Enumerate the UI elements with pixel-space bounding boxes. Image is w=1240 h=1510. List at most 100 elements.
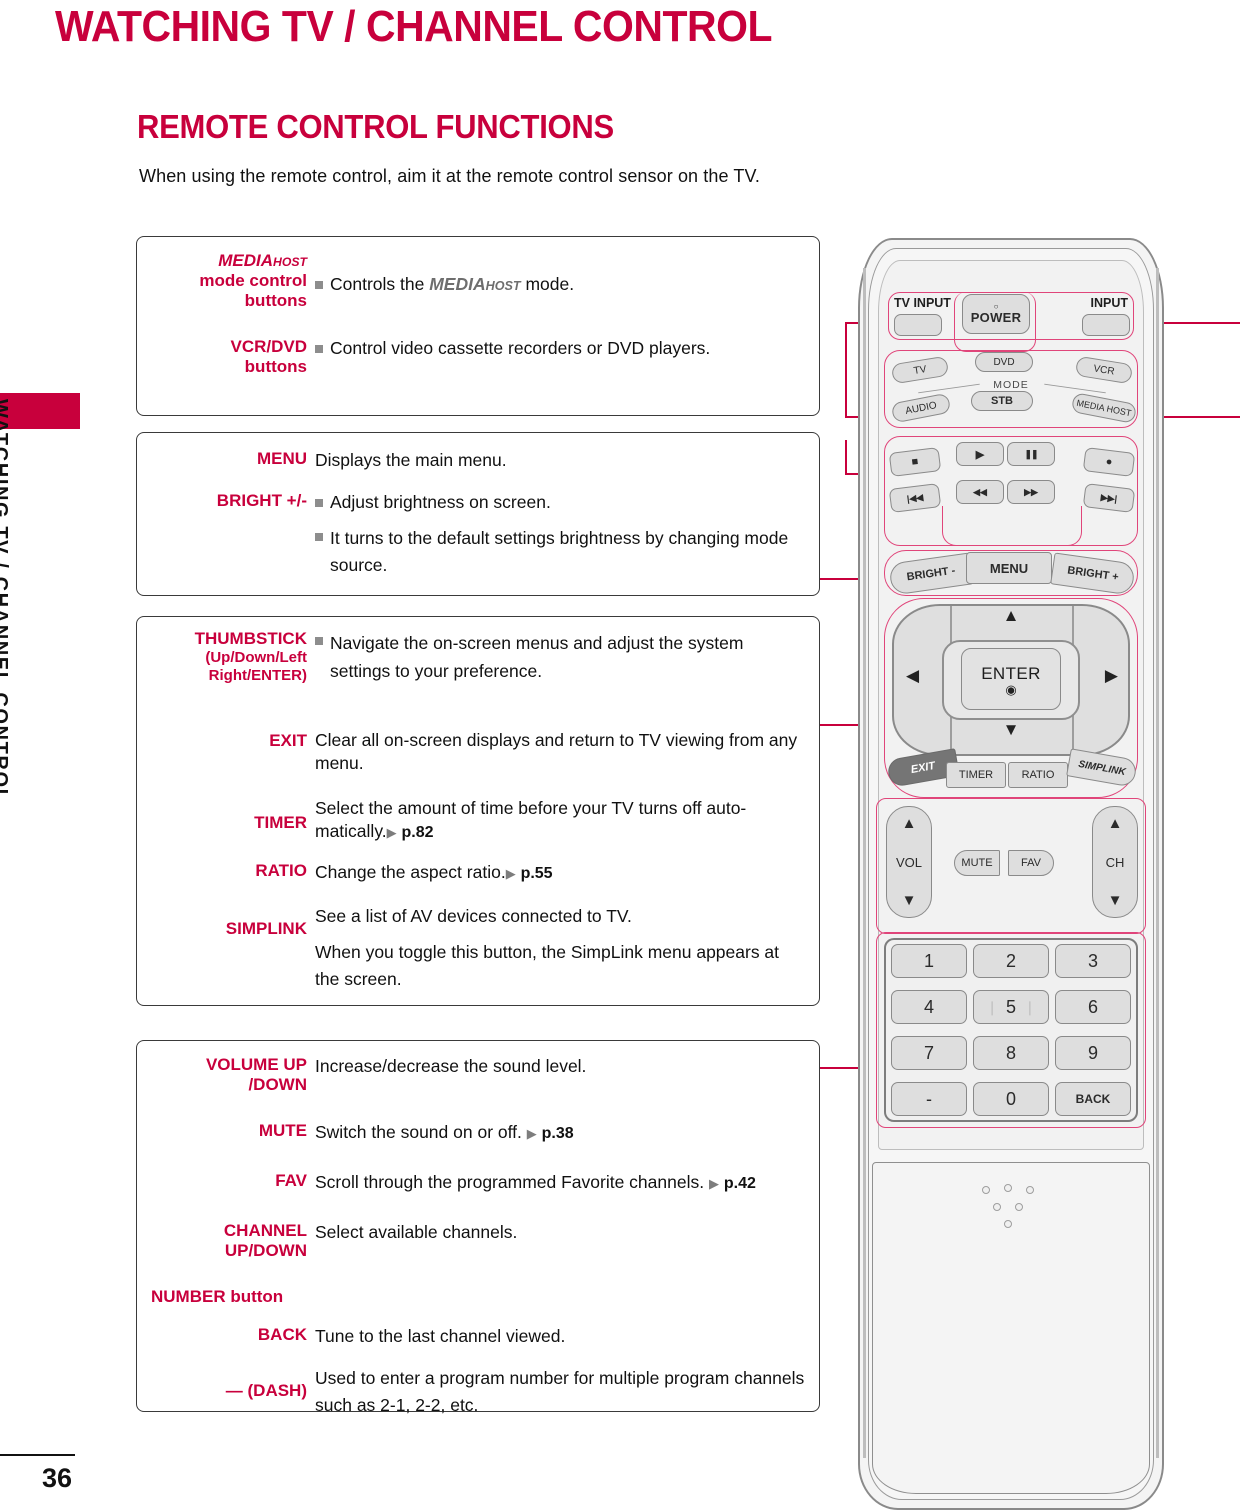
pause-icon: ❚❚ (1024, 448, 1038, 459)
fast-forward-button[interactable]: ▶▶ (1007, 480, 1055, 504)
desc-fav: Scroll through the programmed Favorite c… (315, 1172, 756, 1192)
page-ref-fav: p.42 (723, 1175, 756, 1192)
label-timer: TIMER (254, 813, 307, 832)
desc-channel: Select available channels. (315, 1222, 518, 1242)
play-icon: ▶ (975, 448, 985, 461)
desc-menu: Displays the main menu. (315, 450, 507, 470)
label-mediahost-mode-buttons: MEDIAHOST mode control buttons (151, 251, 315, 311)
mediahost-logo-label: MEDIAHOST (218, 251, 307, 270)
volume-down-icon[interactable]: ▼ (902, 892, 917, 909)
mediahost-logo-inline: MEDIAHOST (429, 274, 521, 294)
channel-label: CH (1105, 854, 1125, 870)
group-outline-transport-notch (942, 506, 1082, 546)
skip-back-icon: |◀◀ (906, 491, 924, 504)
speaker-hole-icon (982, 1186, 990, 1194)
input-label: INPUT (1090, 296, 1129, 310)
enter-label: ENTER (981, 663, 1041, 683)
tv-input-label: TV INPUT (894, 296, 951, 310)
volume-up-icon[interactable]: ▲ (902, 815, 917, 832)
callout-box-navigation: THUMBSTICK (Up/Down/Left Right/ENTER) Na… (136, 616, 820, 1006)
keypad-5-nub-left-icon: ❘ (986, 998, 998, 1015)
desc-mediahost: Controls the MEDIAHOST mode. (315, 251, 805, 297)
page-ref-arrow-icon: ▶ (386, 824, 397, 840)
callout-box-menu-bright: MENU Displays the main menu. BRIGHT +/- … (136, 432, 820, 596)
page-title: WATCHING TV / CHANNEL CONTROL (55, 2, 772, 51)
desc-simplink: See a list of AV devices connected to TV… (315, 906, 780, 989)
footer-rule (0, 1454, 75, 1456)
input-button[interactable] (1082, 314, 1130, 336)
tv-input-button[interactable] (894, 314, 942, 336)
enter-dot-icon: ◉ (1005, 681, 1017, 697)
bullet-square-icon (315, 637, 323, 645)
keypad-button-1[interactable]: 1 (891, 944, 967, 978)
keypad-button-dash[interactable]: - (891, 1082, 967, 1116)
page-number: 36 (42, 1463, 73, 1493)
mode-label: MODE (993, 379, 1029, 391)
speaker-hole-icon (1004, 1184, 1012, 1192)
pause-button[interactable]: ❚❚ (1007, 442, 1055, 466)
keypad-button-4[interactable]: 4 (891, 990, 967, 1024)
remote-control-illustration: TV INPUT ○ POWER INPUT TV DVD VCR MODE A… (858, 238, 1164, 1510)
record-icon: ● (1104, 455, 1114, 469)
label-exit: EXIT (269, 731, 307, 750)
keypad-button-2[interactable]: 2 (973, 944, 1049, 978)
timer-button[interactable]: TIMER (946, 762, 1006, 788)
mode-button-stb[interactable]: STB (971, 391, 1033, 411)
channel-up-icon[interactable]: ▲ (1108, 815, 1123, 832)
intro-text: When using the remote control, aim it at… (139, 166, 761, 186)
label-thumbstick: THUMBSTICK (Up/Down/Left Right/ENTER) (194, 629, 307, 684)
desc-exit: Clear all on-screen displays and return … (315, 730, 798, 773)
thumbstick-right-icon[interactable]: ▶ (1105, 666, 1118, 686)
power-button[interactable]: ○ POWER (962, 294, 1030, 334)
ratio-button[interactable]: RATIO (1008, 762, 1068, 788)
desc-volume: Increase/decrease the sound level. (315, 1056, 587, 1076)
bullet-square-icon (315, 499, 323, 507)
sidebar-vertical-title: WATCHING TV / CHANNEL CONTROL (0, 399, 11, 803)
channel-rocker[interactable]: ▲ CH ▼ (1092, 806, 1138, 918)
keypad-button-back[interactable]: BACK (1055, 1082, 1131, 1116)
fast-forward-icon: ▶▶ (1024, 486, 1038, 497)
keypad-button-6[interactable]: 6 (1055, 990, 1131, 1024)
keypad-button-3[interactable]: 3 (1055, 944, 1131, 978)
keypad-5-nub-right-icon: ❘ (1024, 998, 1036, 1015)
label-dash: — (DASH) (225, 1381, 307, 1400)
stop-icon: ■ (910, 455, 920, 469)
page-ref-arrow-icon: ▶ (708, 1176, 719, 1191)
fav-button[interactable]: FAV (1008, 850, 1054, 876)
label-back: BACK (257, 1325, 307, 1344)
power-led-icon: ○ (993, 302, 999, 311)
volume-label: VOL (895, 854, 922, 870)
thumbstick-down-icon[interactable]: ▼ (858, 720, 1164, 740)
callout-box-media-host: MEDIAHOST mode control buttons Controls … (136, 236, 820, 416)
page-ref-ratio: p.55 (520, 865, 553, 882)
menu-button[interactable]: MENU (966, 552, 1052, 584)
remote-bottom-panel (872, 1162, 1150, 1494)
keypad-button-9[interactable]: 9 (1055, 1036, 1131, 1070)
bullet-square-icon (315, 281, 323, 289)
keypad-button-5[interactable]: ❘ 5 ❘ (973, 990, 1049, 1024)
desc-vcr-dvd: Control video cassette recorders or DVD … (315, 337, 805, 361)
thumbstick-left-icon[interactable]: ◀ (906, 666, 919, 686)
desc-thumbstick: Navigate the on-screen menus and adjust … (315, 629, 805, 685)
speaker-hole-icon (993, 1203, 1001, 1211)
remote-edge-right (1156, 268, 1159, 1458)
play-button[interactable]: ▶ (956, 442, 1004, 466)
speaker-hole-icon (1015, 1203, 1023, 1211)
thumbstick-up-icon[interactable]: ▲ (858, 606, 1164, 626)
label-ratio: RATIO (255, 861, 307, 880)
mode-button-dvd[interactable]: DVD (975, 352, 1033, 372)
section-title: REMOTE CONTROL FUNCTIONS (137, 108, 614, 145)
label-fav: FAV (275, 1171, 307, 1190)
keypad-button-7[interactable]: 7 (891, 1036, 967, 1070)
desc-dash: Used to enter a program number for multi… (315, 1368, 805, 1416)
desc-mute: Switch the sound on or off. ▶ p.38 (315, 1122, 574, 1142)
thumbstick-enter-button[interactable]: ENTER ◉ (961, 648, 1061, 710)
page-ref-mute: p.38 (541, 1125, 574, 1142)
rewind-button[interactable]: ◀◀ (956, 480, 1004, 504)
keypad-button-8[interactable]: 8 (973, 1036, 1049, 1070)
channel-down-icon[interactable]: ▼ (1108, 892, 1123, 909)
label-number-button: NUMBER button (151, 1287, 284, 1306)
keypad-button-0[interactable]: 0 (973, 1082, 1049, 1116)
volume-rocker[interactable]: ▲ VOL ▼ (886, 806, 932, 918)
mute-button[interactable]: MUTE (954, 850, 1000, 876)
